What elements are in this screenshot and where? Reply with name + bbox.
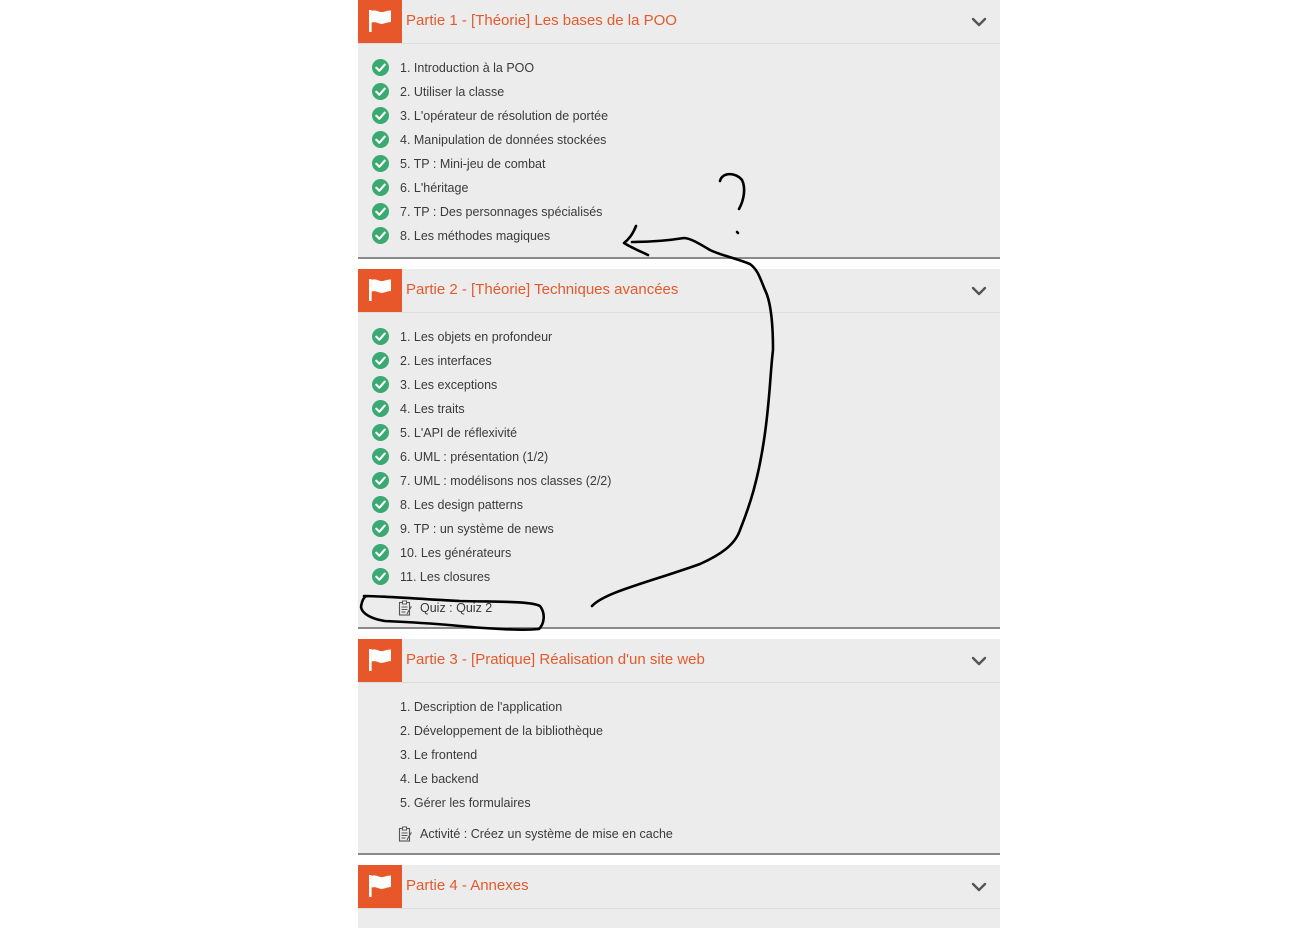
chapter-item[interactable]: 8. Les design patterns [358, 495, 998, 515]
chevron-down-icon[interactable] [970, 878, 988, 896]
quiz-label: Quiz : Quiz 2 [420, 601, 493, 615]
check-circle-icon [372, 568, 389, 585]
chevron-down-icon[interactable] [970, 282, 988, 300]
chapter-label: 9. TP : un système de news [400, 522, 554, 536]
section-title: Partie 2 - [Théorie] Techniques avancées [406, 281, 679, 298]
section-part-2: Partie 2 - [Théorie] Techniques avancées… [358, 269, 1000, 629]
section-header-part-3[interactable]: Partie 3 - [Pratique] Réalisation d'un s… [358, 639, 1000, 683]
check-circle-icon [372, 448, 389, 465]
check-circle-icon [372, 544, 389, 561]
flag-icon [358, 0, 402, 43]
chapter-item[interactable]: 3. Les exceptions [358, 375, 998, 395]
activity-label: Activité : Créez un système de mise en c… [420, 827, 673, 841]
chapter-item[interactable]: 6. L'héritage [358, 178, 998, 198]
chapter-item[interactable]: 2. Développement de la bibliothèque [358, 721, 998, 741]
check-circle-icon [372, 400, 389, 417]
chapter-label: 5. TP : Mini-jeu de combat [400, 157, 546, 171]
chapter-item[interactable]: 4. Le backend [358, 769, 998, 789]
chapter-item[interactable]: 1. Description de l'application [358, 697, 998, 717]
chapter-item[interactable]: 5. TP : Mini-jeu de combat [358, 154, 998, 174]
section-title: Partie 3 - [Pratique] Réalisation d'un s… [406, 651, 705, 668]
check-circle-icon [372, 328, 389, 345]
check-circle-icon [372, 352, 389, 369]
chapter-label: 2. Utiliser la classe [400, 85, 505, 99]
chapter-label: 1. Introduction à la POO [400, 61, 535, 75]
chapter-label: 4. Le backend [400, 772, 479, 786]
quiz-item[interactable]: Quiz : Quiz 2 [358, 598, 998, 618]
check-circle-icon [372, 203, 389, 220]
check-circle-icon [372, 59, 389, 76]
chapter-label: 7. UML : modélisons nos classes (2/2) [400, 474, 612, 488]
section-title: Partie 4 - Annexes [406, 877, 529, 894]
section-title: Partie 1 - [Théorie] Les bases de la POO [406, 12, 677, 29]
chapter-item[interactable]: 5. L'API de réflexivité [358, 423, 998, 443]
chapter-label: 3. Les exceptions [400, 378, 498, 392]
chapter-item[interactable]: 7. TP : Des personnages spécialisés [358, 202, 998, 222]
chapter-label: 11. Les closures [400, 570, 491, 584]
check-circle-icon [372, 424, 389, 441]
chevron-down-icon[interactable] [970, 652, 988, 670]
chapter-item[interactable]: 1. Les objets en profondeur [358, 327, 998, 347]
chapter-item[interactable]: 3. Le frontend [358, 745, 998, 765]
chapter-label: 4. Manipulation de données stockées [400, 133, 607, 147]
chapter-label: 2. Les interfaces [400, 354, 492, 368]
chapter-label: 1. Description de l'application [400, 700, 563, 714]
check-circle-icon [372, 520, 389, 537]
chapter-label: 6. UML : présentation (1/2) [400, 450, 549, 464]
chapter-item[interactable]: 11. Les closures [358, 567, 998, 587]
chevron-down-icon[interactable] [970, 13, 988, 31]
chapter-label: 6. L'héritage [400, 181, 469, 195]
chapter-item[interactable]: 9. TP : un système de news [358, 519, 998, 539]
chapter-item[interactable]: 3. L'opérateur de résolution de portée [358, 106, 998, 126]
check-circle-icon [372, 179, 389, 196]
check-circle-icon [372, 155, 389, 172]
chapter-item[interactable]: 6. UML : présentation (1/2) [358, 447, 998, 467]
chapter-item[interactable]: 1. Introduction à la POO [358, 58, 998, 78]
section-header-part-2[interactable]: Partie 2 - [Théorie] Techniques avancées [358, 269, 1000, 313]
chapter-item[interactable]: 8. Les méthodes magiques [358, 226, 998, 246]
check-circle-icon [372, 83, 389, 100]
check-circle-icon [372, 376, 389, 393]
check-circle-icon [372, 227, 389, 244]
chapter-label: 7. TP : Des personnages spécialisés [400, 205, 603, 219]
chapter-label: 5. L'API de réflexivité [400, 426, 518, 440]
section-part-4: Partie 4 - Annexes [358, 865, 1000, 928]
activity-item[interactable]: Activité : Créez un système de mise en c… [358, 824, 998, 844]
clipboard-icon [398, 600, 412, 616]
chapter-item[interactable]: 5. Gérer les formulaires [358, 793, 998, 813]
check-circle-icon [372, 472, 389, 489]
clipboard-icon [398, 826, 412, 842]
flag-icon [358, 639, 402, 682]
chapter-item[interactable]: 2. Les interfaces [358, 351, 998, 371]
section-header-part-1[interactable]: Partie 1 - [Théorie] Les bases de la POO [358, 0, 1000, 44]
chapter-label: 1. Les objets en profondeur [400, 330, 553, 344]
chapter-label: 5. Gérer les formulaires [400, 796, 531, 810]
section-part-1: Partie 1 - [Théorie] Les bases de la POO… [358, 0, 1000, 259]
chapter-label: 8. Les méthodes magiques [400, 229, 551, 243]
chapter-label: 2. Développement de la bibliothèque [400, 724, 603, 738]
chapter-item[interactable]: 4. Les traits [358, 399, 998, 419]
check-circle-icon [372, 107, 389, 124]
chapter-label: 10. Les générateurs [400, 546, 512, 560]
chapter-item[interactable]: 4. Manipulation de données stockées [358, 130, 998, 150]
check-circle-icon [372, 131, 389, 148]
check-circle-icon [372, 496, 389, 513]
flag-icon [358, 865, 402, 908]
chapter-label: 3. L'opérateur de résolution de portée [400, 109, 609, 123]
chapter-item[interactable]: 10. Les générateurs [358, 543, 998, 563]
chapter-item[interactable]: 2. Utiliser la classe [358, 82, 998, 102]
chapter-label: 8. Les design patterns [400, 498, 523, 512]
section-part-3: Partie 3 - [Pratique] Réalisation d'un s… [358, 639, 1000, 855]
chapter-item[interactable]: 7. UML : modélisons nos classes (2/2) [358, 471, 998, 491]
section-header-part-4[interactable]: Partie 4 - Annexes [358, 865, 1000, 909]
flag-icon [358, 269, 402, 312]
chapter-label: 3. Le frontend [400, 748, 478, 762]
chapter-label: 4. Les traits [400, 402, 465, 416]
